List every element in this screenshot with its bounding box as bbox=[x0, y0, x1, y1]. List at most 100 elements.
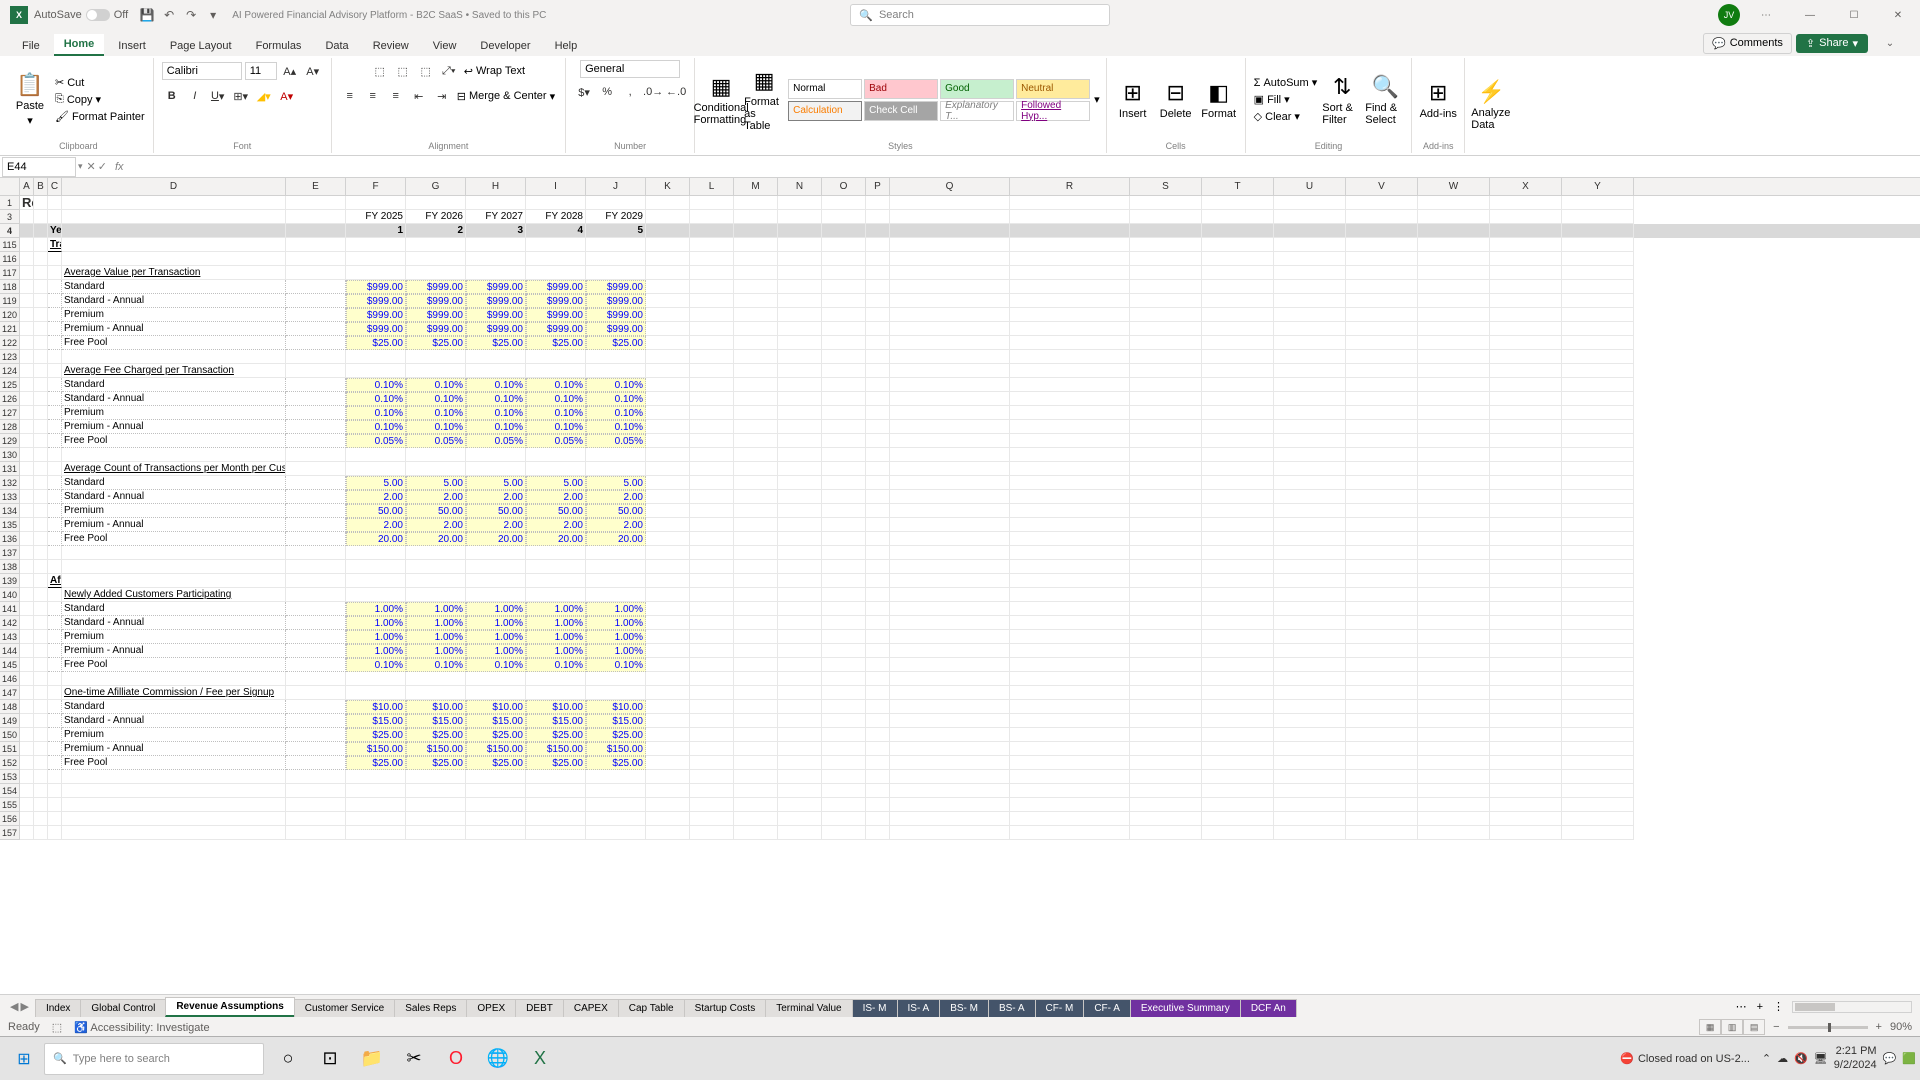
cell[interactable] bbox=[646, 714, 690, 728]
cell[interactable] bbox=[62, 574, 286, 588]
cell[interactable] bbox=[466, 350, 526, 364]
cell[interactable] bbox=[734, 364, 778, 378]
tab-prev-icon[interactable]: ◀ bbox=[10, 1000, 18, 1013]
cell[interactable] bbox=[1346, 812, 1418, 826]
cell[interactable]: Standard - Annual bbox=[62, 294, 286, 308]
cell[interactable] bbox=[48, 714, 62, 728]
cell[interactable] bbox=[1010, 476, 1130, 490]
cell[interactable] bbox=[734, 476, 778, 490]
cell[interactable] bbox=[286, 476, 346, 490]
cell[interactable] bbox=[1562, 210, 1634, 224]
cell[interactable]: Affiliate Partnerships or Other One-time… bbox=[48, 574, 62, 588]
cell[interactable] bbox=[890, 322, 1010, 336]
cell[interactable] bbox=[48, 700, 62, 714]
cell[interactable] bbox=[1418, 406, 1490, 420]
cell[interactable]: $10.00 bbox=[466, 700, 526, 714]
cell[interactable] bbox=[34, 616, 48, 630]
cell[interactable] bbox=[1346, 728, 1418, 742]
cell[interactable] bbox=[1130, 336, 1202, 350]
cell[interactable] bbox=[48, 322, 62, 336]
row-header[interactable]: 147 bbox=[0, 686, 20, 700]
cell[interactable]: 2.00 bbox=[526, 518, 586, 532]
cell[interactable] bbox=[646, 784, 690, 798]
cell[interactable]: $999.00 bbox=[526, 322, 586, 336]
cell[interactable] bbox=[734, 812, 778, 826]
cell[interactable] bbox=[822, 812, 866, 826]
cell[interactable] bbox=[34, 560, 48, 574]
cell[interactable]: $999.00 bbox=[466, 280, 526, 294]
cell[interactable]: 1.00% bbox=[466, 630, 526, 644]
sheet-tab[interactable]: Executive Summary bbox=[1130, 999, 1241, 1017]
cell[interactable] bbox=[734, 392, 778, 406]
cell[interactable]: Premium bbox=[62, 406, 286, 420]
cell[interactable] bbox=[1418, 294, 1490, 308]
cell[interactable]: 0.10% bbox=[586, 406, 646, 420]
insert-cells-button[interactable]: ⊞Insert bbox=[1113, 66, 1153, 134]
cell[interactable] bbox=[286, 224, 346, 238]
cell[interactable] bbox=[48, 560, 62, 574]
cell[interactable] bbox=[34, 756, 48, 770]
cell[interactable]: Free Pool bbox=[62, 336, 286, 350]
cell[interactable] bbox=[1202, 588, 1274, 602]
cell[interactable] bbox=[406, 266, 466, 280]
cell[interactable] bbox=[890, 490, 1010, 504]
cell[interactable] bbox=[890, 686, 1010, 700]
cell[interactable] bbox=[34, 462, 48, 476]
cell[interactable] bbox=[1346, 630, 1418, 644]
cell[interactable] bbox=[1490, 714, 1562, 728]
cell[interactable] bbox=[286, 350, 346, 364]
cell[interactable]: $25.00 bbox=[466, 336, 526, 350]
cell[interactable] bbox=[1562, 238, 1634, 252]
ribbon-display-icon[interactable]: ⋯ bbox=[1748, 4, 1784, 26]
cell[interactable] bbox=[1130, 546, 1202, 560]
cell[interactable] bbox=[778, 686, 822, 700]
cell[interactable] bbox=[20, 770, 34, 784]
copy-button[interactable]: ⎘Copy▾ bbox=[53, 92, 147, 107]
cell[interactable] bbox=[866, 406, 890, 420]
cell[interactable]: $999.00 bbox=[586, 280, 646, 294]
cell[interactable] bbox=[20, 364, 34, 378]
cell[interactable]: Free Pool bbox=[62, 434, 286, 448]
cell[interactable] bbox=[34, 350, 48, 364]
cell[interactable] bbox=[34, 518, 48, 532]
cell[interactable] bbox=[1562, 294, 1634, 308]
cell[interactable] bbox=[1418, 672, 1490, 686]
cell[interactable] bbox=[1010, 644, 1130, 658]
cell[interactable] bbox=[646, 812, 690, 826]
cell[interactable]: 50.00 bbox=[466, 504, 526, 518]
tab-formulas[interactable]: Formulas bbox=[246, 36, 312, 56]
format-cells-button[interactable]: ◧Format bbox=[1199, 66, 1239, 134]
cell[interactable] bbox=[1562, 616, 1634, 630]
row-header[interactable]: 152 bbox=[0, 756, 20, 770]
cell[interactable] bbox=[1346, 490, 1418, 504]
cell[interactable] bbox=[1010, 686, 1130, 700]
qat-dropdown-icon[interactable]: ▾ bbox=[202, 4, 224, 26]
sheet-tab[interactable]: Sales Reps bbox=[394, 999, 467, 1017]
cell[interactable] bbox=[866, 224, 890, 238]
cell[interactable] bbox=[34, 588, 48, 602]
cell[interactable]: Premium bbox=[62, 728, 286, 742]
cell[interactable] bbox=[1202, 406, 1274, 420]
cell[interactable] bbox=[1130, 798, 1202, 812]
cell[interactable] bbox=[646, 490, 690, 504]
cell[interactable] bbox=[890, 364, 1010, 378]
cell[interactable] bbox=[20, 294, 34, 308]
cell[interactable] bbox=[778, 658, 822, 672]
cell[interactable] bbox=[646, 210, 690, 224]
cell[interactable] bbox=[822, 434, 866, 448]
user-avatar[interactable]: JV bbox=[1718, 4, 1740, 26]
cell[interactable]: $15.00 bbox=[466, 714, 526, 728]
cell[interactable] bbox=[286, 742, 346, 756]
cell[interactable] bbox=[1346, 560, 1418, 574]
currency-icon[interactable]: $▾ bbox=[574, 82, 594, 102]
cell[interactable] bbox=[20, 504, 34, 518]
cell[interactable]: 50.00 bbox=[586, 504, 646, 518]
cell[interactable] bbox=[646, 504, 690, 518]
cell[interactable] bbox=[466, 266, 526, 280]
cell[interactable] bbox=[778, 448, 822, 462]
row-header[interactable]: 118 bbox=[0, 280, 20, 294]
cell[interactable] bbox=[1346, 602, 1418, 616]
cell[interactable]: $25.00 bbox=[406, 728, 466, 742]
cell[interactable] bbox=[866, 490, 890, 504]
cell[interactable]: 1 bbox=[346, 224, 406, 238]
